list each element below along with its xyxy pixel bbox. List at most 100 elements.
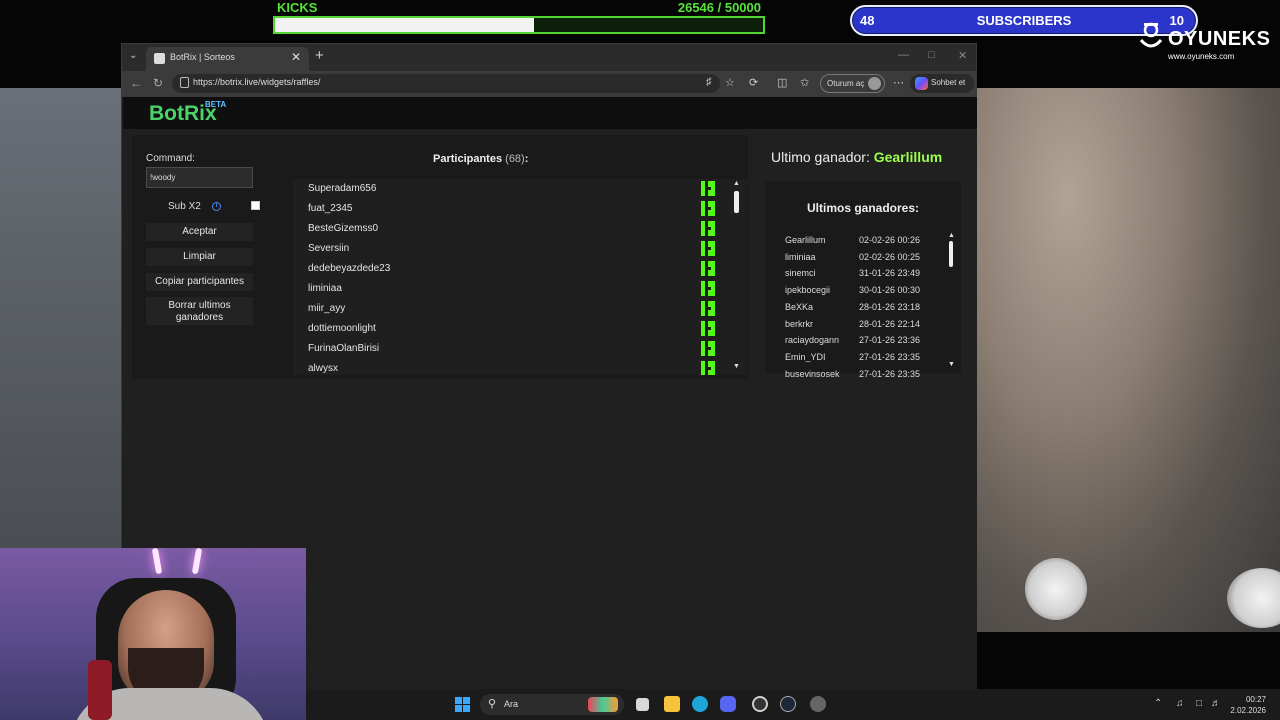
- sub-x2-label: Sub X2: [168, 201, 201, 212]
- channel-brand-url: www.oyuneks.com: [1168, 52, 1235, 61]
- windows-taskbar: ⚲ Ara ⌃ ♫ □ ♬ 00:27 2.02.2026: [306, 689, 1280, 720]
- avatar-icon: [868, 77, 881, 90]
- botrix-favicon-icon: [154, 53, 165, 64]
- accept-button[interactable]: Aceptar: [146, 223, 253, 241]
- winner-date: 27-01-26 23:35: [859, 351, 921, 362]
- signin-label: Oturum aç: [827, 79, 865, 88]
- winner-date: 02-02-26 00:26: [859, 235, 921, 245]
- winner-date: 27-01-26 23:36: [859, 335, 921, 346]
- steam-icon[interactable]: [780, 696, 796, 712]
- winner-row: Gearlillum 02-02-26 00:26: [785, 233, 951, 249]
- winner-row: BeXKa 28-01-26 23:18: [785, 300, 951, 316]
- winner-date: 31-01-26 23:49: [859, 268, 921, 279]
- streamer-webcam: [0, 548, 306, 720]
- windows-start-icon[interactable]: [455, 697, 470, 712]
- address-bar[interactable]: https://botrix.live/widgets/raffles/: [172, 74, 720, 93]
- kick-platform-icon: [701, 341, 715, 356]
- file-explorer-icon[interactable]: [664, 696, 680, 712]
- winner-name: BeXKa: [785, 301, 814, 312]
- extensions-icon[interactable]: ⟳: [749, 76, 758, 89]
- minimize-icon[interactable]: —: [898, 49, 909, 61]
- refresh-icon[interactable]: ↻: [153, 76, 163, 90]
- participant-name: fuat_2345: [308, 203, 353, 214]
- background-light: [1227, 568, 1280, 628]
- app-icon[interactable]: [752, 696, 768, 712]
- tab-botrix[interactable]: BotRix | Sorteos ✕: [146, 47, 309, 71]
- winner-name: raciaydogann: [785, 335, 840, 346]
- tab-actions-chevron-icon[interactable]: ⌄: [129, 50, 137, 61]
- taskbar-clock[interactable]: 00:27 2.02.2026: [1230, 694, 1266, 716]
- kicks-goal-overlay: KICKS 26546 / 50000: [273, 0, 765, 36]
- settings-gear-icon[interactable]: [810, 696, 826, 712]
- winner-date: 28-01-26 22:14: [859, 318, 921, 329]
- participant-name: Seversiin: [308, 243, 350, 254]
- recent-winners-title: Ultimos ganadores:: [806, 201, 920, 215]
- participant-name: dedebeyazdede23: [308, 263, 391, 274]
- discord-icon[interactable]: [720, 696, 736, 712]
- stream-stage: KICKS 26546 / 50000 48 SUBSCRIBERS 10 OY…: [0, 0, 1280, 720]
- split-screen-icon[interactable]: ◫: [777, 76, 787, 89]
- clear-button[interactable]: Limpiar: [146, 248, 253, 266]
- maximize-icon[interactable]: □: [928, 49, 935, 61]
- taskbar-search[interactable]: ⚲ Ara: [480, 694, 624, 715]
- winner-date: 02-02-26 00:25: [859, 251, 921, 262]
- new-tab-plus-icon[interactable]: +: [315, 47, 324, 64]
- favorite-star-icon[interactable]: ☆: [725, 76, 735, 89]
- info-icon[interactable]: i: [212, 202, 221, 211]
- neon-light: [151, 548, 163, 575]
- favorites-icon[interactable]: ✩: [800, 76, 809, 89]
- volume-icon[interactable]: ♬: [1211, 698, 1221, 709]
- microphone: [88, 660, 112, 720]
- kicks-count: 26546 / 50000: [677, 0, 761, 15]
- winner-name: Emin_YDI: [785, 351, 826, 362]
- participant-row: FurinaOlanBirisi: [293, 339, 733, 359]
- participant-name: liminiaa: [308, 283, 342, 294]
- address-toolbar: ← ↻ https://botrix.live/widgets/raffles/…: [122, 71, 976, 97]
- copilot-chat-button[interactable]: Sohbet et: [910, 74, 974, 93]
- participant-row: miir_ayy: [293, 299, 733, 319]
- taskbar-search-placeholder: Ara: [504, 699, 519, 709]
- window-close-icon[interactable]: ✕: [958, 49, 967, 62]
- winner-row: sinemci 31-01-26 23:49: [785, 266, 951, 282]
- task-view-icon[interactable]: [636, 698, 649, 711]
- winner-name: berkrkr: [785, 318, 814, 329]
- back-arrow-icon[interactable]: ←: [130, 76, 142, 90]
- clock-date: 2.02.2026: [1230, 706, 1266, 715]
- kick-platform-icon: [701, 201, 715, 216]
- tab-close-icon[interactable]: ✕: [291, 50, 301, 64]
- participant-name: Superadam656: [308, 183, 377, 194]
- copilot-label: Sohbet et: [931, 78, 966, 87]
- sub-x2-checkbox[interactable]: [251, 201, 260, 210]
- participants-title: Participantes (68):: [433, 153, 528, 165]
- kick-platform-icon: [701, 181, 715, 196]
- network-icon[interactable]: □: [1196, 698, 1202, 709]
- scroll-up-icon[interactable]: ▲: [733, 180, 740, 187]
- copy-participants-button[interactable]: Copiar participantes: [146, 273, 253, 291]
- scroll-down-icon[interactable]: ▼: [733, 363, 740, 370]
- background-camera-right: [977, 88, 1280, 632]
- kick-platform-icon: [701, 281, 715, 296]
- last-winner-name: Gearlillum: [873, 149, 943, 165]
- participant-list[interactable]: ▲ ▼ Superadam656 fuat_2345 BesteGizemss0 Se…: [293, 179, 747, 375]
- kick-platform-icon: [701, 241, 715, 256]
- participant-name: BesteGizemss0: [308, 223, 379, 234]
- channel-brand-name: OYUNEKS: [1168, 28, 1271, 50]
- participant-row: Superadam656: [293, 179, 733, 199]
- tray-chevron-icon[interactable]: ⌃: [1154, 698, 1162, 709]
- mascot-icon: [1139, 22, 1163, 48]
- delete-winners-button[interactable]: Borrar ultimos ganadores: [146, 297, 253, 325]
- signin-button[interactable]: Oturum aç: [820, 74, 885, 93]
- participant-scrollbar-thumb[interactable]: [734, 191, 739, 213]
- participant-name: alwysx: [308, 363, 339, 374]
- read-aloud-icon[interactable]: ♯: [706, 76, 712, 88]
- edge-browser-icon[interactable]: [692, 696, 708, 712]
- participant-row: fuat_2345: [293, 199, 733, 219]
- winner-row: Emin_YDI 27-01-26 23:35: [785, 350, 951, 366]
- command-input[interactable]: [146, 167, 253, 188]
- participant-row: liminiaa: [293, 279, 733, 299]
- winner-name: Gearlillum: [785, 235, 826, 245]
- microphone-icon[interactable]: ♫: [1176, 698, 1184, 709]
- kick-platform-icon: [701, 321, 715, 336]
- more-options-icon[interactable]: ⋯: [893, 76, 904, 89]
- winner-name: sinemci: [785, 268, 816, 279]
